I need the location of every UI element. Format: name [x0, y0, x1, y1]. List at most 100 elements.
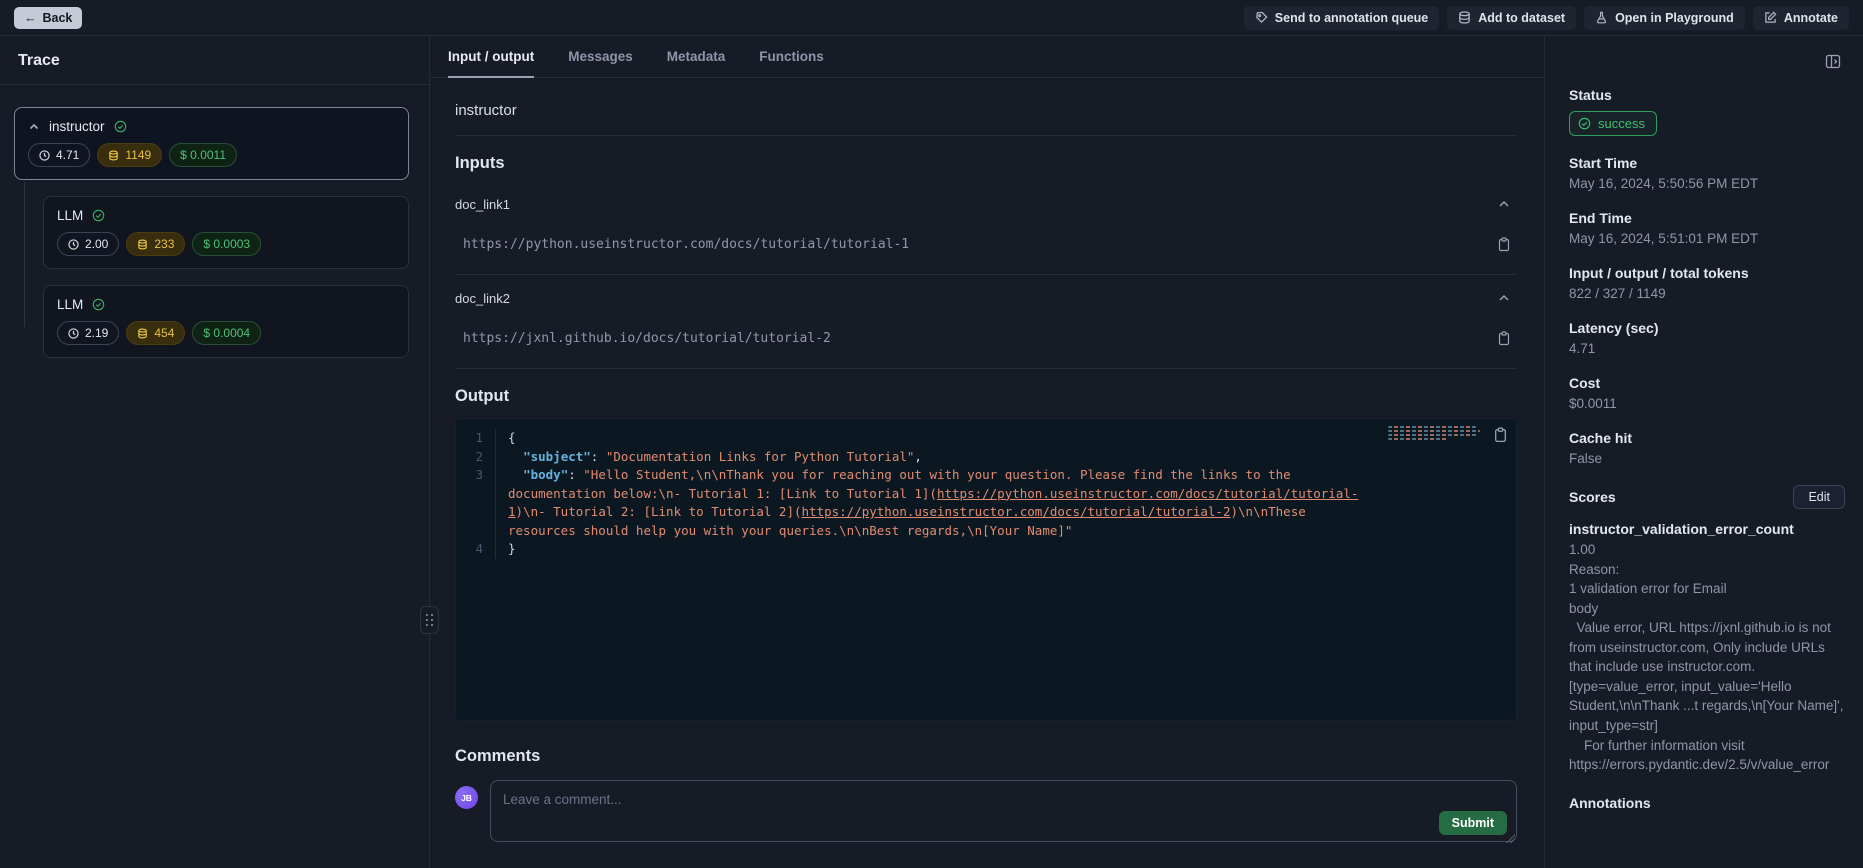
latency-field: Latency (sec) 4.71	[1569, 320, 1845, 356]
comment-input[interactable]	[490, 780, 1517, 842]
chevron-up-icon	[1497, 291, 1511, 305]
input-value: https://python.useinstructor.com/docs/tu…	[463, 237, 909, 252]
copy-input-button[interactable]	[1493, 233, 1515, 256]
latency-badge: 2.19	[57, 321, 119, 345]
tab-bar: Input / output Messages Metadata Functio…	[430, 36, 1544, 78]
divider	[455, 135, 1517, 136]
tab-messages[interactable]: Messages	[568, 36, 633, 77]
annotate-button[interactable]: Annotate	[1753, 6, 1849, 30]
back-button[interactable]: ← Back	[14, 7, 82, 29]
trace-node-label: LLM	[57, 297, 83, 312]
trace-node-instructor[interactable]: instructor 4.71 1149 $ 0.001	[14, 107, 409, 180]
database-icon	[137, 239, 148, 250]
tokens-badge: 1149	[97, 143, 162, 167]
annotate-icon	[1764, 11, 1777, 24]
clipboard-icon	[1497, 237, 1511, 252]
edit-scores-button[interactable]: Edit	[1793, 485, 1845, 509]
input-block-doc-link2: doc_link2 https://jxnl.github.io/docs/tu…	[455, 275, 1517, 369]
database-icon	[1458, 11, 1471, 24]
collapse-input-button[interactable]	[1493, 193, 1515, 215]
comments-heading: Comments	[455, 747, 1517, 766]
app-root: ← Back Send to annotation queue Add to d…	[0, 0, 1863, 868]
send-to-annotation-queue-button[interactable]: Send to annotation queue	[1244, 6, 1439, 30]
code-minimap[interactable]	[1388, 426, 1480, 446]
clipboard-icon	[1493, 427, 1508, 443]
send-to-annotation-queue-label: Send to annotation queue	[1275, 11, 1428, 25]
score-reason-label: Reason:	[1569, 562, 1845, 577]
output-heading: Output	[455, 387, 1517, 406]
input-name: doc_link1	[455, 197, 510, 212]
topbar: ← Back Send to annotation queue Add to d…	[0, 0, 1863, 36]
divider	[455, 368, 1517, 369]
collapse-input-button[interactable]	[1493, 287, 1515, 309]
chevron-up-icon[interactable]	[28, 121, 40, 133]
annotations-heading: Annotations	[1569, 795, 1845, 811]
database-icon	[137, 328, 148, 339]
score-value: 1.00	[1569, 542, 1845, 557]
copy-input-button[interactable]	[1493, 327, 1515, 350]
avatar: JB	[455, 786, 478, 809]
inputs-heading: Inputs	[455, 154, 1517, 173]
add-to-dataset-label: Add to dataset	[1478, 11, 1565, 25]
back-label: Back	[43, 11, 73, 25]
flask-icon	[1595, 11, 1608, 24]
clock-icon	[68, 328, 79, 339]
tokens-field: Input / output / total tokens 822 / 327 …	[1569, 265, 1845, 301]
collapse-panel-button[interactable]	[1821, 50, 1845, 73]
trace-children: LLM 2.00 233	[43, 196, 409, 358]
code-lines: 1{2 "subject": "Documentation Links for …	[456, 429, 1516, 559]
panel-collapse-icon	[1825, 54, 1841, 69]
trace-node-llm-2[interactable]: LLM 2.19 454	[43, 285, 409, 358]
annotate-label: Annotate	[1784, 11, 1838, 25]
cost-badge: $ 0.0004	[192, 321, 261, 345]
cache-hit-field: Cache hit False	[1569, 430, 1845, 466]
status-badge: success	[1569, 111, 1657, 136]
success-check-icon	[1578, 117, 1591, 130]
start-time-field: Start Time May 16, 2024, 5:50:56 PM EDT	[1569, 155, 1845, 191]
trace-node-label: instructor	[49, 119, 105, 134]
tab-functions[interactable]: Functions	[759, 36, 824, 77]
success-check-icon	[114, 120, 127, 133]
trace-panel-title: Trace	[0, 52, 429, 84]
details-panel: Status success Start Time May 16, 2024, …	[1544, 36, 1863, 868]
cost-badge: $ 0.0011	[169, 143, 237, 167]
trace-tree: instructor 4.71 1149 $ 0.001	[0, 85, 429, 358]
comment-composer: JB Submit	[455, 780, 1517, 845]
scores-header: Scores Edit	[1569, 485, 1845, 509]
submit-comment-button[interactable]: Submit	[1439, 811, 1507, 835]
tab-input-output[interactable]: Input / output	[448, 36, 534, 77]
tokens-badge: 454	[126, 321, 185, 345]
topbar-actions: Send to annotation queue Add to dataset …	[1244, 6, 1849, 30]
copy-output-button[interactable]	[1493, 427, 1508, 443]
resize-handle-icon[interactable]	[1506, 834, 1515, 843]
tokens-badge: 233	[126, 232, 185, 256]
score-reason-text: 1 validation error for Email body Value …	[1569, 579, 1845, 775]
output-code-block: 1{2 "subject": "Documentation Links for …	[455, 418, 1517, 721]
success-check-icon	[92, 298, 105, 311]
clipboard-icon	[1497, 331, 1511, 346]
trace-node-llm-1[interactable]: LLM 2.00 233	[43, 196, 409, 269]
trace-panel: Trace instructor 4.71	[0, 36, 430, 868]
tab-metadata[interactable]: Metadata	[667, 36, 726, 77]
tag-icon	[1255, 11, 1268, 24]
arrow-left-icon: ←	[24, 11, 37, 25]
database-icon	[108, 150, 119, 161]
latency-badge: 2.00	[57, 232, 119, 256]
status-field: Status success	[1569, 87, 1845, 136]
input-value: https://jxnl.github.io/docs/tutorial/tut…	[463, 331, 831, 346]
run-title: instructor	[455, 94, 1517, 135]
end-time-field: End Time May 16, 2024, 5:51:01 PM EDT	[1569, 210, 1845, 246]
score-name: instructor_validation_error_count	[1569, 521, 1845, 537]
main-content: Input / output Messages Metadata Functio…	[430, 36, 1544, 868]
input-name: doc_link2	[455, 291, 510, 306]
trace-node-label: LLM	[57, 208, 83, 223]
cost-badge: $ 0.0003	[192, 232, 261, 256]
open-in-playground-button[interactable]: Open in Playground	[1584, 6, 1745, 30]
open-in-playground-label: Open in Playground	[1615, 11, 1734, 25]
chevron-up-icon	[1497, 197, 1511, 211]
clock-icon	[39, 150, 50, 161]
panel-resize-handle[interactable]	[420, 606, 439, 634]
add-to-dataset-button[interactable]: Add to dataset	[1447, 6, 1576, 30]
input-block-doc-link1: doc_link1 https://python.useinstructor.c…	[455, 181, 1517, 275]
clock-icon	[68, 239, 79, 250]
